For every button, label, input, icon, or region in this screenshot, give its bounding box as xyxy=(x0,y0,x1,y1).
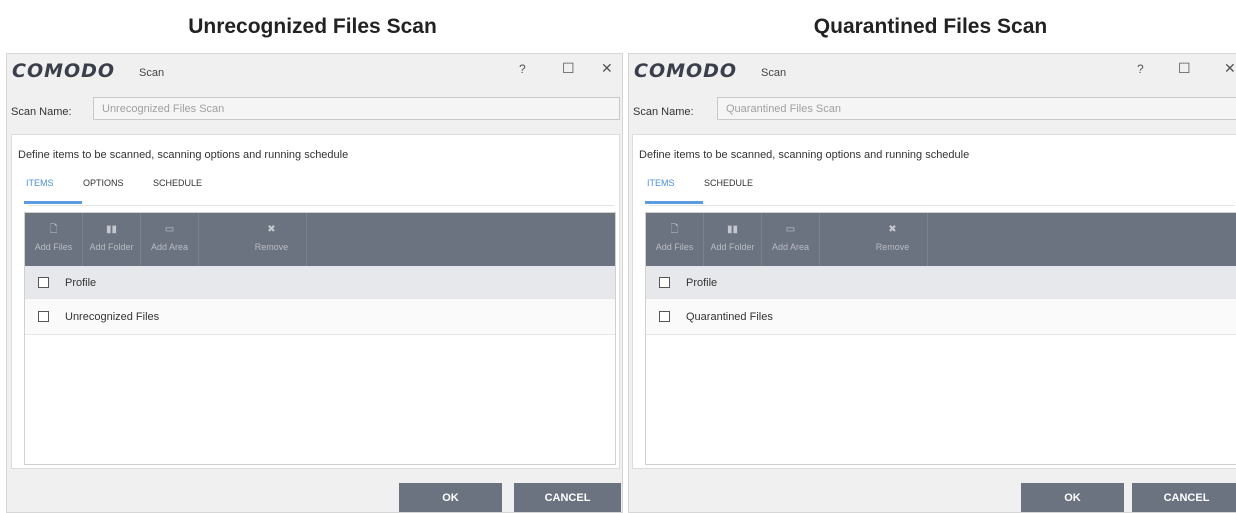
add-folder-icon: ▮▮ xyxy=(726,224,738,235)
add-folder-button[interactable]: ▮▮ Add Folder xyxy=(83,213,141,266)
item-label: Quarantined Files xyxy=(686,311,773,323)
scan-name-label: Scan Name: xyxy=(633,106,694,118)
caption-quarantined-scan: Quarantined Files Scan xyxy=(813,15,1048,38)
add-files-label: Add Files xyxy=(34,242,73,252)
window-title: Scan xyxy=(761,67,787,79)
tab-schedule[interactable]: SCHEDULE xyxy=(704,178,753,188)
add-area-icon: ▭ xyxy=(164,224,175,235)
title-bar: COMODO Scan ? ☐ ✕ xyxy=(629,54,1236,88)
add-files-label: Add Files xyxy=(655,242,694,252)
scan-name-label: Scan Name: xyxy=(11,106,72,118)
title-bar: COMODO Scan ? ☐ ✕ xyxy=(7,54,622,88)
cancel-button[interactable]: CANCEL xyxy=(514,483,621,512)
remove-button[interactable]: ✖ Remove xyxy=(237,213,307,266)
remove-icon: ✖ xyxy=(888,224,897,235)
tab-items[interactable]: ITEMS xyxy=(26,178,54,188)
help-icon[interactable]: ? xyxy=(1137,62,1144,76)
close-icon[interactable]: ✕ xyxy=(1224,60,1236,77)
list-header-row: Profile xyxy=(646,266,1236,299)
list-item[interactable]: Quarantined Files xyxy=(646,299,1236,335)
add-area-label: Add Area xyxy=(150,242,189,252)
scan-settings-panel: Define items to be scanned, scanning opt… xyxy=(11,134,620,469)
select-all-checkbox[interactable] xyxy=(659,277,670,288)
add-folder-icon: ▮▮ xyxy=(105,224,117,235)
panel-description: Define items to be scanned, scanning opt… xyxy=(639,149,970,161)
select-all-checkbox[interactable] xyxy=(38,277,49,288)
cancel-button[interactable]: CANCEL xyxy=(1132,483,1236,512)
tab-divider xyxy=(28,205,614,206)
list-header-row: Profile xyxy=(25,266,615,299)
window-title: Scan xyxy=(139,67,165,79)
scan-name-input[interactable] xyxy=(93,97,620,120)
add-area-label: Add Area xyxy=(771,242,810,252)
add-files-icon: 🗋 xyxy=(49,224,58,235)
comodo-logo: COMODO xyxy=(12,60,116,82)
active-tab-indicator xyxy=(24,201,82,204)
add-files-button[interactable]: 🗋 Add Files xyxy=(25,213,83,266)
list-item[interactable]: Unrecognized Files xyxy=(25,299,615,335)
tab-items[interactable]: ITEMS xyxy=(647,178,675,188)
tab-schedule[interactable]: SCHEDULE xyxy=(153,178,202,188)
scan-name-input[interactable] xyxy=(717,97,1236,120)
items-list: 🗋 Add Files ▮▮ Add Folder ▭ Add Area ✖ R… xyxy=(645,212,1236,465)
add-folder-label: Add Folder xyxy=(710,242,755,252)
add-folder-label: Add Folder xyxy=(89,242,134,252)
column-header-profile: Profile xyxy=(686,277,718,289)
maximize-icon[interactable]: ☐ xyxy=(1178,60,1191,77)
scan-window-quarantined: COMODO Scan ? ☐ ✕ Scan Name: Define item… xyxy=(628,53,1236,513)
caption-unrecognized-scan: Unrecognized Files Scan xyxy=(188,15,437,38)
maximize-icon[interactable]: ☐ xyxy=(562,60,575,77)
item-label: Unrecognized Files xyxy=(65,311,160,323)
remove-label: Remove xyxy=(254,242,289,252)
tab-options[interactable]: OPTIONS xyxy=(83,178,124,188)
comodo-logo: COMODO xyxy=(634,60,738,82)
item-checkbox[interactable] xyxy=(38,311,49,322)
add-files-icon: 🗋 xyxy=(670,224,679,235)
ok-button[interactable]: OK xyxy=(1021,483,1124,512)
add-area-icon: ▭ xyxy=(785,224,796,235)
items-toolbar: 🗋 Add Files ▮▮ Add Folder ▭ Add Area ✖ R… xyxy=(646,213,1236,266)
remove-label: Remove xyxy=(875,242,910,252)
scan-settings-panel: Define items to be scanned, scanning opt… xyxy=(632,134,1236,469)
help-icon[interactable]: ? xyxy=(519,62,526,76)
add-folder-button[interactable]: ▮▮ Add Folder xyxy=(704,213,762,266)
close-icon[interactable]: ✕ xyxy=(601,60,613,77)
remove-button[interactable]: ✖ Remove xyxy=(858,213,928,266)
tab-divider xyxy=(649,205,1235,206)
items-toolbar: 🗋 Add Files ▮▮ Add Folder ▭ Add Area ✖ R… xyxy=(25,213,615,266)
scan-window-unrecognized: COMODO Scan ? ☐ ✕ Scan Name: Define item… xyxy=(6,53,623,513)
add-files-button[interactable]: 🗋 Add Files xyxy=(646,213,704,266)
add-area-button[interactable]: ▭ Add Area xyxy=(762,213,820,266)
items-list: 🗋 Add Files ▮▮ Add Folder ▭ Add Area ✖ R… xyxy=(24,212,616,465)
add-area-button[interactable]: ▭ Add Area xyxy=(141,213,199,266)
item-checkbox[interactable] xyxy=(659,311,670,322)
ok-button[interactable]: OK xyxy=(399,483,502,512)
column-header-profile: Profile xyxy=(65,277,97,289)
remove-icon: ✖ xyxy=(267,224,276,235)
panel-description: Define items to be scanned, scanning opt… xyxy=(18,149,349,161)
active-tab-indicator xyxy=(645,201,703,204)
